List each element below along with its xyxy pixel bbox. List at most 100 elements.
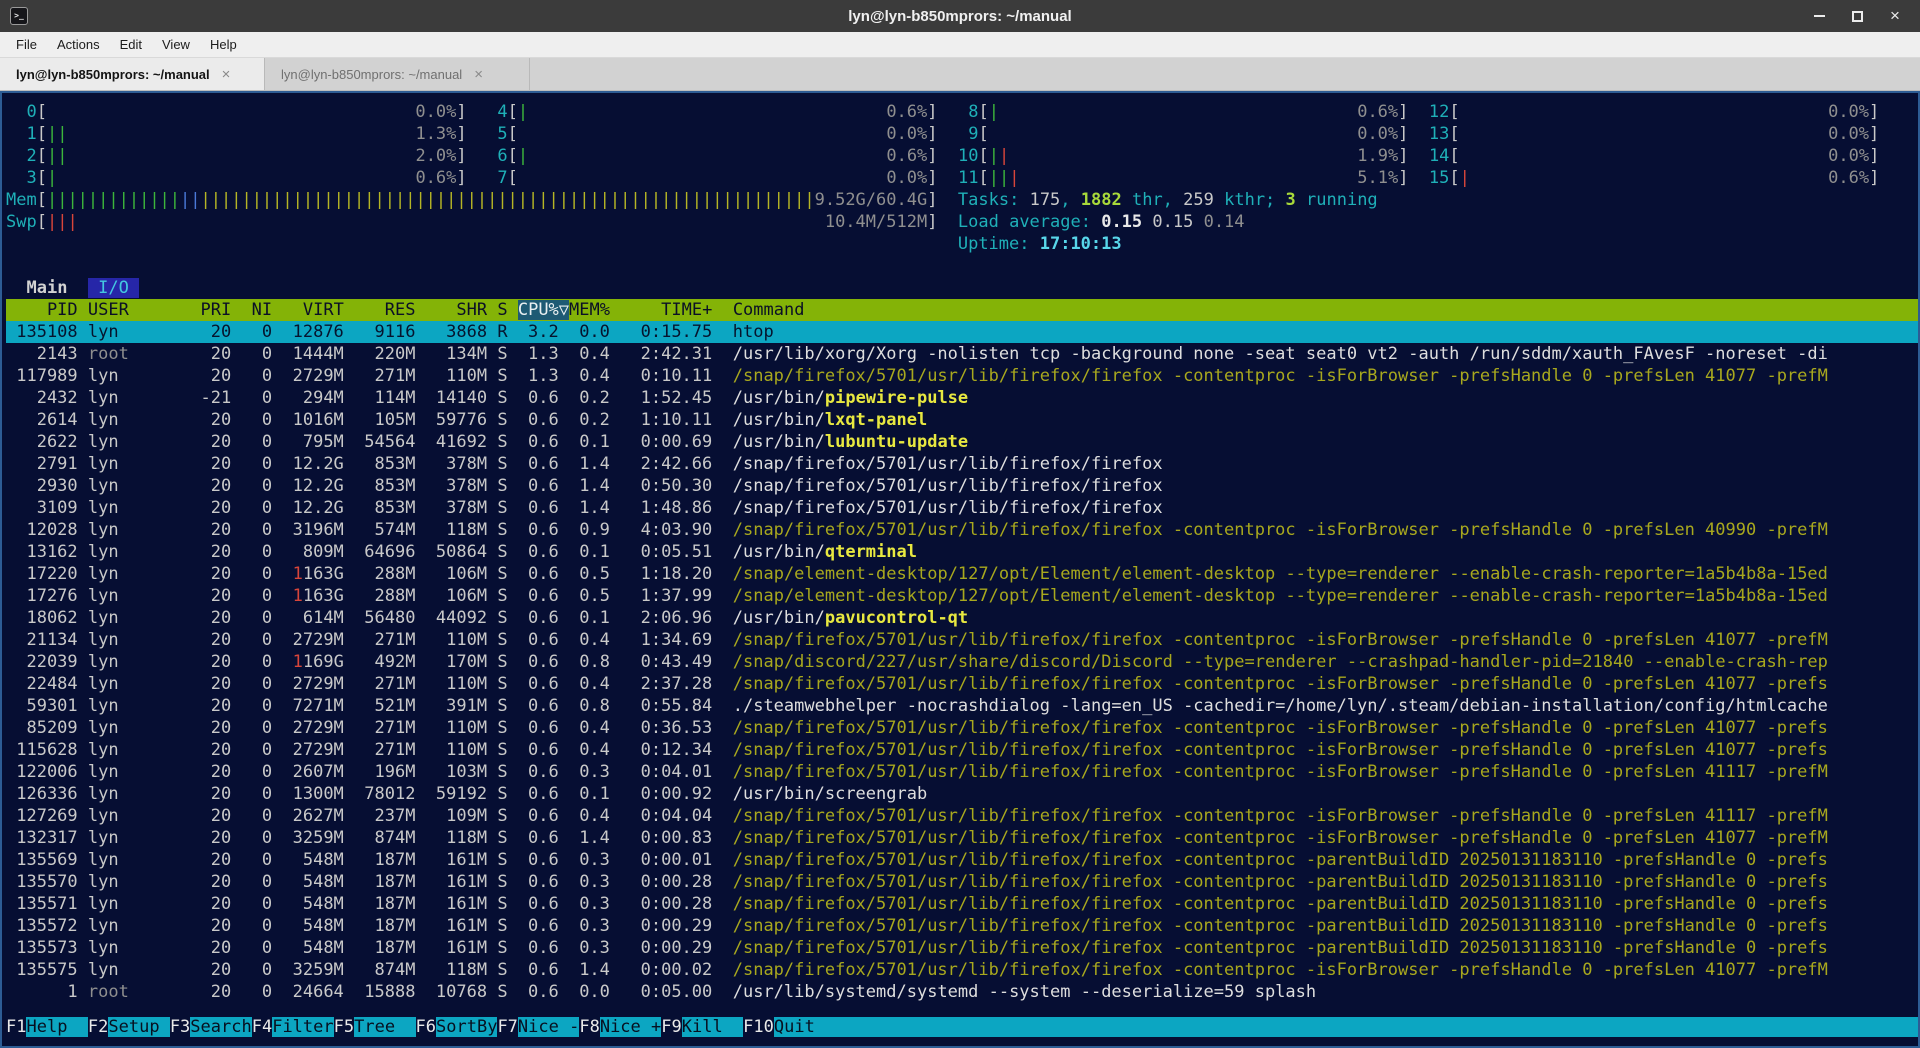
process-row[interactable]: 13162 lyn 20 0 809M 64696 50864 S 0.6 0.… — [6, 541, 1918, 563]
process-command-path: /usr/bin/ — [733, 542, 825, 562]
process-pid: 135571 — [6, 894, 88, 914]
menu-item-help[interactable]: Help — [200, 32, 247, 57]
process-row[interactable]: 1 root 20 0 24664 15888 10768 S 0.6 0.0 … — [6, 981, 1918, 1003]
fn-f5-tree[interactable]: Tree — [354, 1017, 415, 1037]
menu-item-file[interactable]: File — [6, 32, 47, 57]
process-command: /snap/firefox/5701/usr/lib/firefox/firef… — [733, 476, 1163, 496]
process-pid: 2432 — [6, 388, 88, 408]
process-virt: 2729M — [282, 674, 343, 694]
process-row[interactable]: 3109 lyn 20 0 12.2G 853M 378M S 0.6 1.4 … — [6, 497, 1918, 519]
cpu-meter-value: 0.0% — [518, 124, 927, 144]
process-row[interactable]: 135108 lyn 20 0 12876 9116 3868 R 3.2 0.… — [6, 321, 1918, 343]
terminal-tab-2[interactable]: lyn@lyn-b850mprors: ~/manual× — [265, 58, 530, 90]
fn-f9-kill[interactable]: Kill — [682, 1017, 743, 1037]
close-button[interactable]: × — [1884, 5, 1906, 27]
process-row[interactable]: 117989 lyn 20 0 2729M 271M 110M S 1.3 0.… — [6, 365, 1918, 387]
process-row[interactable]: 135575 lyn 20 0 3259M 874M 118M S 0.6 1.… — [6, 959, 1918, 981]
fn-f2-setup[interactable]: Setup — [108, 1017, 169, 1037]
process-pid: 1 — [6, 982, 88, 1002]
process-row[interactable]: 17276 lyn 20 0 1163G 288M 106M S 0.6 0.5… — [6, 585, 1918, 607]
column-header-res[interactable]: RES — [354, 300, 426, 320]
process-row[interactable]: 2622 lyn 20 0 795M 54564 41692 S 0.6 0.1… — [6, 431, 1918, 453]
fn-key-f6: F6 — [416, 1017, 436, 1037]
process-row[interactable]: 18062 lyn 20 0 614M 56480 44092 S 0.6 0.… — [6, 607, 1918, 629]
column-header-shr[interactable]: SHR — [426, 300, 498, 320]
process-row[interactable]: 12028 lyn 20 0 3196M 574M 118M S 0.6 0.9… — [6, 519, 1918, 541]
terminal-screen[interactable]: 0[ 0.0%] 4[| 0.6%] 8[| 0.6%] 12[ 0.0%] 1… — [0, 91, 1920, 1048]
column-header-pri[interactable]: PRI — [200, 300, 241, 320]
fn-f10-quit[interactable]: Quit — [774, 1017, 835, 1037]
fn-f7-nice[interactable]: Nice - — [518, 1017, 579, 1037]
fn-f1-help[interactable]: Help — [26, 1017, 87, 1037]
qterminal-window: >_ lyn@lyn-b850mprors: ~/manual × FileAc… — [0, 0, 1920, 1048]
process-virt: 548M — [282, 916, 343, 936]
cpu-meter-value: 0.0% — [47, 102, 456, 122]
tab-close-icon[interactable]: × — [474, 66, 483, 83]
column-header-time[interactable]: TIME+ — [620, 300, 733, 320]
fn-key-f2: F2 — [88, 1017, 108, 1037]
process-pid: 3109 — [6, 498, 88, 518]
cpu-meter-row: 3[| 0.6%] 7[ 0.0%] 11[||| 5.1%] 15[| 0.6… — [6, 167, 1918, 189]
process-row[interactable]: 21134 lyn 20 0 2729M 271M 110M S 0.6 0.4… — [6, 629, 1918, 651]
menu-item-view[interactable]: View — [152, 32, 200, 57]
process-row[interactable]: 22484 lyn 20 0 2729M 271M 110M S 0.6 0.4… — [6, 673, 1918, 695]
column-header-pid[interactable]: PID — [6, 300, 88, 320]
fn-f8-nice[interactable]: Nice + — [600, 1017, 661, 1037]
minimize-button[interactable] — [1808, 5, 1830, 27]
process-user: lyn — [88, 432, 201, 452]
tab-close-icon[interactable]: × — [222, 66, 231, 83]
process-row[interactable]: 85209 lyn 20 0 2729M 271M 110M S 0.6 0.4… — [6, 717, 1918, 739]
process-pid: 135573 — [6, 938, 88, 958]
cpu-meter-value: 0.6% — [528, 102, 927, 122]
process-command: /snap/discord/227/usr/share/discord/Disc… — [733, 652, 1828, 672]
process-row[interactable]: 2432 lyn -21 0 294M 114M 14140 S 0.6 0.2… — [6, 387, 1918, 409]
process-row[interactable]: 2614 lyn 20 0 1016M 105M 59776 S 0.6 0.2… — [6, 409, 1918, 431]
process-row[interactable]: 126336 lyn 20 0 1300M 78012 59192 S 0.6 … — [6, 783, 1918, 805]
process-pid: 135108 — [6, 322, 88, 342]
process-row[interactable]: 122006 lyn 20 0 2607M 196M 103M S 0.6 0.… — [6, 761, 1918, 783]
menu-item-edit[interactable]: Edit — [110, 32, 152, 57]
column-header-state[interactable]: S — [497, 300, 517, 320]
column-header-mem[interactable]: MEM% — [569, 300, 620, 320]
process-row[interactable]: 2143 root 20 0 1444M 220M 134M S 1.3 0.4… — [6, 343, 1918, 365]
process-row[interactable]: 2930 lyn 20 0 12.2G 853M 378M S 0.6 1.4 … — [6, 475, 1918, 497]
process-virt: 614M — [282, 608, 343, 628]
column-header-user[interactable]: USER — [88, 300, 201, 320]
process-virt: 548M — [282, 872, 343, 892]
process-row[interactable]: 59301 lyn 20 0 7271M 521M 391M S 0.6 0.8… — [6, 695, 1918, 717]
process-user: lyn — [88, 894, 201, 914]
screen-tab-io[interactable]: I/O — [88, 278, 139, 298]
process-pid: 59301 — [6, 696, 88, 716]
process-pid: 2791 — [6, 454, 88, 474]
process-virt: 2729M — [282, 740, 343, 760]
process-user: lyn — [88, 608, 201, 628]
process-row[interactable]: 135572 lyn 20 0 548M 187M 161M S 0.6 0.3… — [6, 915, 1918, 937]
fn-f6-sortby[interactable]: SortBy — [436, 1017, 497, 1037]
process-command-basename: pipewire-pulse — [825, 388, 968, 408]
menu-item-actions[interactable]: Actions — [47, 32, 110, 57]
process-row[interactable]: 135569 lyn 20 0 548M 187M 161M S 0.6 0.3… — [6, 849, 1918, 871]
process-row[interactable]: 135571 lyn 20 0 548M 187M 161M S 0.6 0.3… — [6, 893, 1918, 915]
process-row[interactable]: 2791 lyn 20 0 12.2G 853M 378M S 0.6 1.4 … — [6, 453, 1918, 475]
column-header-ni[interactable]: NI — [241, 300, 282, 320]
process-row[interactable]: 135570 lyn 20 0 548M 187M 161M S 0.6 0.3… — [6, 871, 1918, 893]
column-header-virt[interactable]: VIRT — [282, 300, 354, 320]
fn-f3-search[interactable]: Search — [190, 1017, 251, 1037]
column-header-command[interactable]: Command — [733, 300, 805, 320]
process-row[interactable]: 17220 lyn 20 0 1163G 288M 106M S 0.6 0.5… — [6, 563, 1918, 585]
tasks-count: 175 — [1030, 190, 1061, 210]
column-header-cpu-sort[interactable]: CPU%▽ — [518, 300, 569, 320]
process-row[interactable]: 132317 lyn 20 0 3259M 874M 118M S 0.6 1.… — [6, 827, 1918, 849]
process-user: root — [88, 344, 201, 364]
terminal-tab-1[interactable]: lyn@lyn-b850mprors: ~/manual× — [0, 58, 265, 90]
fn-f4-filter[interactable]: Filter — [272, 1017, 333, 1037]
process-row[interactable]: 135573 lyn 20 0 548M 187M 161M S 0.6 0.3… — [6, 937, 1918, 959]
cpu-meter-label: 11 — [948, 168, 979, 188]
screen-tab-main[interactable]: Main — [16, 278, 77, 298]
process-command-basename: lubuntu-update — [825, 432, 968, 452]
memory-meter-row: Mem[||||||||||||||||||||||||||||||||||||… — [6, 189, 1918, 211]
maximize-button[interactable] — [1846, 5, 1868, 27]
process-row[interactable]: 22039 lyn 20 0 1169G 492M 170M S 0.6 0.8… — [6, 651, 1918, 673]
process-row[interactable]: 127269 lyn 20 0 2627M 237M 109M S 0.6 0.… — [6, 805, 1918, 827]
process-row[interactable]: 115628 lyn 20 0 2729M 271M 110M S 0.6 0.… — [6, 739, 1918, 761]
